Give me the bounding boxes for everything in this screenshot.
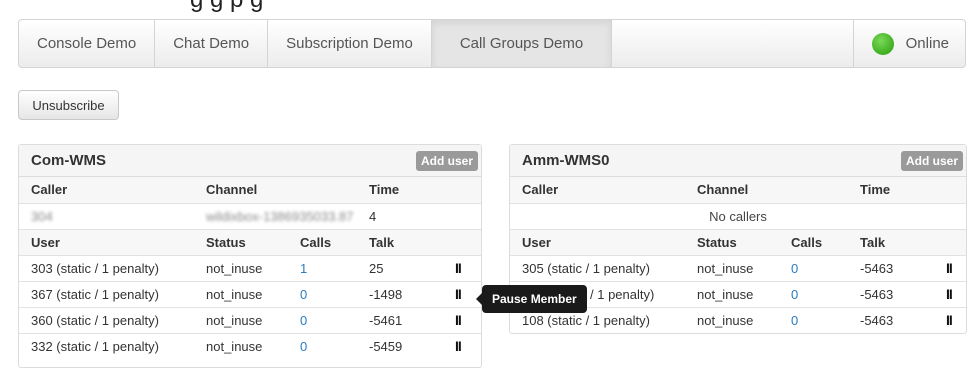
page-heading-fragment: g g p g <box>190 0 263 14</box>
member-status: not_inuse <box>685 280 779 307</box>
add-user-button[interactable]: Add user <box>900 150 963 171</box>
member-status: not_inuse <box>194 254 288 281</box>
member-user: 305 (static / 1 penalty) <box>510 254 685 281</box>
member-talk: -5461 <box>357 306 443 333</box>
talk-header: Talk <box>357 228 443 255</box>
member-user: 303 (static / 1 penalty) <box>19 254 194 281</box>
member-talk: -5463 <box>848 254 934 281</box>
talk-header: Talk <box>848 228 934 255</box>
callers-header-row: Caller Channel Time <box>19 177 481 203</box>
member-talk: -1498 <box>357 280 443 307</box>
no-callers-text: No callers <box>510 202 966 229</box>
pause-icon[interactable]: II <box>934 306 966 333</box>
member-calls[interactable]: 0 <box>288 332 357 359</box>
caller-row: 304 wildixbox-1386935033.87 4 <box>19 202 481 229</box>
channel-header: Channel <box>194 177 357 203</box>
member-status: not_inuse <box>685 306 779 333</box>
panel-header: Amm-WMS0 Add user <box>510 145 966 177</box>
calls-header: Calls <box>288 228 357 255</box>
member-status: not_inuse <box>685 254 779 281</box>
navbar: Console Demo Chat Demo Subscription Demo… <box>18 19 966 68</box>
member-calls[interactable]: 0 <box>779 280 848 307</box>
member-calls[interactable]: 0 <box>779 306 848 333</box>
member-talk: -5463 <box>848 306 934 333</box>
calls-header: Calls <box>779 228 848 255</box>
tab-chat-demo[interactable]: Chat Demo <box>155 20 269 67</box>
channel-header: Channel <box>685 177 848 203</box>
member-calls[interactable]: 0 <box>779 254 848 281</box>
tab-console-demo[interactable]: Console Demo <box>19 20 156 67</box>
member-user: 360 (static / 1 penalty) <box>19 306 194 333</box>
member-calls[interactable]: 0 <box>288 280 357 307</box>
group-title: Amm-WMS0 <box>522 152 610 169</box>
unsubscribe-button[interactable]: Unsubscribe <box>18 90 119 120</box>
pause-icon[interactable]: II <box>443 332 481 359</box>
call-group-panel: Com-WMS Add user Caller Channel Time 304… <box>18 144 482 368</box>
table-row: 303 (static / 1 penalty) not_inuse 1 25 … <box>19 254 481 281</box>
tab-subscription-demo[interactable]: Subscription Demo <box>268 20 432 67</box>
channel-cell: wildixbox-1386935033.87 <box>194 202 357 229</box>
caller-header: Caller <box>510 177 685 203</box>
status-label: Online <box>905 35 949 52</box>
table-row: 305 (static / 1 penalty) not_inuse 0 -54… <box>510 254 966 281</box>
pause-icon[interactable]: II <box>443 254 481 281</box>
add-user-button[interactable]: Add user <box>415 150 478 171</box>
member-talk: -5459 <box>357 332 443 359</box>
caller-cell: 304 <box>19 202 194 229</box>
member-talk: -5463 <box>848 280 934 307</box>
panel-header: Com-WMS Add user <box>19 145 481 177</box>
member-status: not_inuse <box>194 280 288 307</box>
pause-icon[interactable]: II <box>443 306 481 333</box>
pause-icon[interactable]: II <box>934 280 966 307</box>
table-row: 360 (static / 1 penalty) not_inuse 0 -54… <box>19 306 481 333</box>
table-row: 367 (static / 1 penalty) not_inuse 0 -14… <box>19 280 481 307</box>
callers-table: Caller Channel Time 304 wildixbox-138693… <box>19 177 481 359</box>
members-header-row: User Status Calls Talk <box>19 228 481 255</box>
member-user: 332 (static / 1 penalty) <box>19 332 194 359</box>
status-header: Status <box>685 228 779 255</box>
member-user: 367 (static / 1 penalty) <box>19 280 194 307</box>
user-header: User <box>510 228 685 255</box>
time-header: Time <box>357 177 481 203</box>
member-status: not_inuse <box>194 332 288 359</box>
members-header-row: User Status Calls Talk <box>510 228 966 255</box>
action-header <box>934 228 966 255</box>
pause-member-tooltip: Pause Member <box>476 285 587 313</box>
user-header: User <box>19 228 194 255</box>
member-status: not_inuse <box>194 306 288 333</box>
connection-status: Online <box>852 20 965 67</box>
status-header: Status <box>194 228 288 255</box>
table-row: 332 (static / 1 penalty) not_inuse 0 -54… <box>19 332 481 359</box>
callers-header-row: Caller Channel Time <box>510 177 966 203</box>
caller-header: Caller <box>19 177 194 203</box>
member-talk: 25 <box>357 254 443 281</box>
time-cell: 4 <box>357 202 481 229</box>
action-header <box>443 228 481 255</box>
no-callers-row: No callers <box>510 202 966 229</box>
member-calls[interactable]: 0 <box>288 306 357 333</box>
tab-call-groups-demo[interactable]: Call Groups Demo <box>431 20 613 67</box>
online-dot-icon <box>871 32 894 55</box>
member-calls[interactable]: 1 <box>288 254 357 281</box>
time-header: Time <box>848 177 966 203</box>
pause-icon[interactable]: II <box>934 254 966 281</box>
group-title: Com-WMS <box>31 152 106 169</box>
